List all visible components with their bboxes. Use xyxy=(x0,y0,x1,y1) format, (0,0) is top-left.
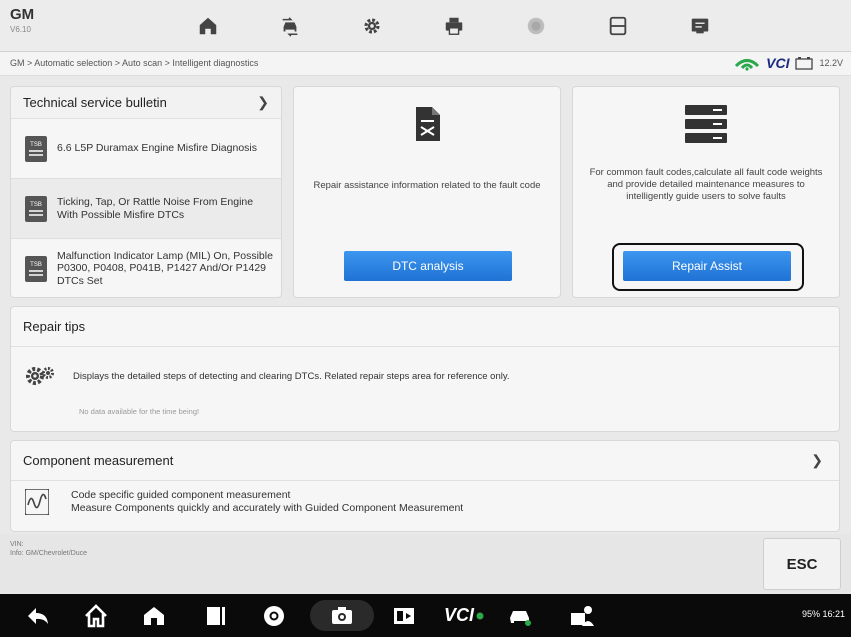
nav-app-home-button[interactable] xyxy=(134,600,174,631)
nav-screen-mirror-button[interactable] xyxy=(384,600,424,631)
component-measurement-title: Component measurement xyxy=(23,453,174,468)
back-arrow-icon xyxy=(28,607,48,624)
chrome-icon xyxy=(264,605,284,626)
screen-mirror-icon xyxy=(394,607,414,624)
brand: GM V6.10 xyxy=(10,6,35,35)
dtc-analysis-button[interactable]: DTC analysis xyxy=(344,251,512,281)
component-measurement-card: Component measurement ❯ Code specific gu… xyxy=(10,440,840,532)
nav-vehicle-button[interactable] xyxy=(500,600,540,631)
repair-tips-card: Repair tips Displays the detailed steps … xyxy=(10,306,840,432)
system-nav-bar: VCI 95% 16:21 xyxy=(0,594,851,637)
tsb-item-text: Malfunction Indicator Lamp (MIL) On, Pos… xyxy=(57,249,273,287)
dtc-analysis-card: Repair assistance information related to… xyxy=(293,86,561,298)
connection-status: VCI 12.2V xyxy=(734,55,843,71)
brand-name: GM xyxy=(10,6,35,23)
document-icon: TSB xyxy=(25,255,47,282)
document-icon: TSB xyxy=(25,195,47,222)
tsb-item[interactable]: TSB Ticking, Tap, Or Rattle Noise From E… xyxy=(11,179,281,239)
tsb-item[interactable]: TSB 6.6 L5P Duramax Engine Misfire Diagn… xyxy=(11,119,281,179)
battery-icon xyxy=(795,57,814,70)
nav-recents-button[interactable] xyxy=(196,600,236,631)
data-icon xyxy=(691,18,709,34)
tsb-title: Technical service bulletin xyxy=(23,95,167,110)
wifi-signal-icon xyxy=(735,59,760,71)
tsb-item-text: Ticking, Tap, Or Rattle Noise From Engin… xyxy=(57,196,254,221)
recent-apps-icon xyxy=(207,606,225,625)
vehicle-info-text: Info: GM/Chevrolet/Duce xyxy=(10,550,88,557)
nav-browser-button[interactable] xyxy=(254,600,294,631)
bottom-info-bar: VIN: Info: GM/Chevrolet/Duce ESC xyxy=(0,534,851,592)
toolbar-help-button[interactable] xyxy=(500,9,572,43)
tsb-icon-label: TSB xyxy=(30,202,42,208)
settings-icon xyxy=(364,18,380,34)
nav-home-button[interactable] xyxy=(76,600,116,631)
toolbar-settings-button[interactable] xyxy=(336,9,408,43)
document-icon: TSB xyxy=(25,135,47,162)
tsb-header[interactable]: Technical service bulletin ❯ xyxy=(11,87,281,119)
top-toolbar: GM V6.10 xyxy=(0,0,851,52)
house-icon xyxy=(144,606,164,625)
waveform-icon xyxy=(25,489,49,515)
toolbar-data-button[interactable] xyxy=(664,9,736,43)
vehicle-info: VIN: Info: GM/Chevrolet/Duce xyxy=(10,540,87,558)
nav-screenshot-button[interactable] xyxy=(310,600,374,631)
vin-label: VIN: xyxy=(10,541,24,548)
no-data-message: No data available for the time being! xyxy=(79,407,200,416)
remote-support-icon xyxy=(571,605,594,626)
repair-assist-card: For common fault codes,calculate all fau… xyxy=(572,86,840,298)
repair-tips-row: Displays the detailed steps of detecting… xyxy=(25,365,510,387)
nav-vci-button[interactable]: VCI xyxy=(436,600,492,631)
toolbar-save-button[interactable] xyxy=(582,9,654,43)
app-version: V6.10 xyxy=(10,25,31,34)
tsb-icon-label: TSB xyxy=(30,262,42,268)
breadcrumb: GM > Automatic selection > Auto scan > I… xyxy=(10,58,259,68)
component-measurement-header[interactable]: Component measurement ❯ xyxy=(11,441,839,481)
repair-tips-title: Repair tips xyxy=(11,307,839,347)
help-icon xyxy=(527,17,545,35)
tsb-card: Technical service bulletin ❯ TSB 6.6 L5P… xyxy=(10,86,282,298)
repair-assist-button[interactable]: Repair Assist xyxy=(623,251,791,281)
dtc-analysis-description: Repair assistance information related to… xyxy=(313,180,541,191)
gears-icon xyxy=(26,367,54,385)
chevron-right-icon: ❯ xyxy=(811,452,823,468)
component-measurement-line1: Code specific guided component measureme… xyxy=(71,489,291,501)
nav-remote-support-button[interactable] xyxy=(562,600,602,631)
component-measurement-line2: Measure Components quickly and accuratel… xyxy=(71,502,464,514)
vehicle-swap-icon xyxy=(282,17,298,37)
toolbar-vehicle-swap-button[interactable] xyxy=(254,9,326,43)
tsb-icon-label: TSB xyxy=(30,142,42,148)
document-tools-icon xyxy=(416,107,440,141)
toolbar-home-button[interactable] xyxy=(172,9,244,43)
component-measurement-row: Code specific guided component measureme… xyxy=(25,489,463,515)
tsb-item[interactable]: TSB Malfunction Indicator Lamp (MIL) On,… xyxy=(11,239,281,297)
repair-tips-text: Displays the detailed steps of detecting… xyxy=(73,370,510,382)
car-icon xyxy=(510,610,531,626)
vci-label: VCI xyxy=(766,55,790,71)
vci-status-dot-icon xyxy=(476,612,484,619)
voltage-readout: 12.2V xyxy=(819,58,843,68)
tsb-item-text: 6.6 L5P Duramax Engine Misfire Diagnosis xyxy=(57,142,257,155)
save-icon xyxy=(609,16,627,36)
home-icon xyxy=(85,603,107,627)
home-icon xyxy=(199,17,217,35)
camera-icon xyxy=(332,606,352,624)
esc-button[interactable]: ESC xyxy=(763,538,841,590)
vci-label: VCI xyxy=(443,605,474,625)
nav-back-button[interactable] xyxy=(18,600,58,631)
repair-assist-description: For common fault codes,calculate all fau… xyxy=(589,167,823,202)
system-status: 95% 16:21 xyxy=(801,609,845,619)
toolbar-print-button[interactable] xyxy=(418,9,490,43)
server-stack-icon xyxy=(685,105,727,143)
print-icon xyxy=(445,17,463,35)
breadcrumb-bar: GM > Automatic selection > Auto scan > I… xyxy=(0,52,851,76)
chevron-right-icon: ❯ xyxy=(257,94,269,110)
